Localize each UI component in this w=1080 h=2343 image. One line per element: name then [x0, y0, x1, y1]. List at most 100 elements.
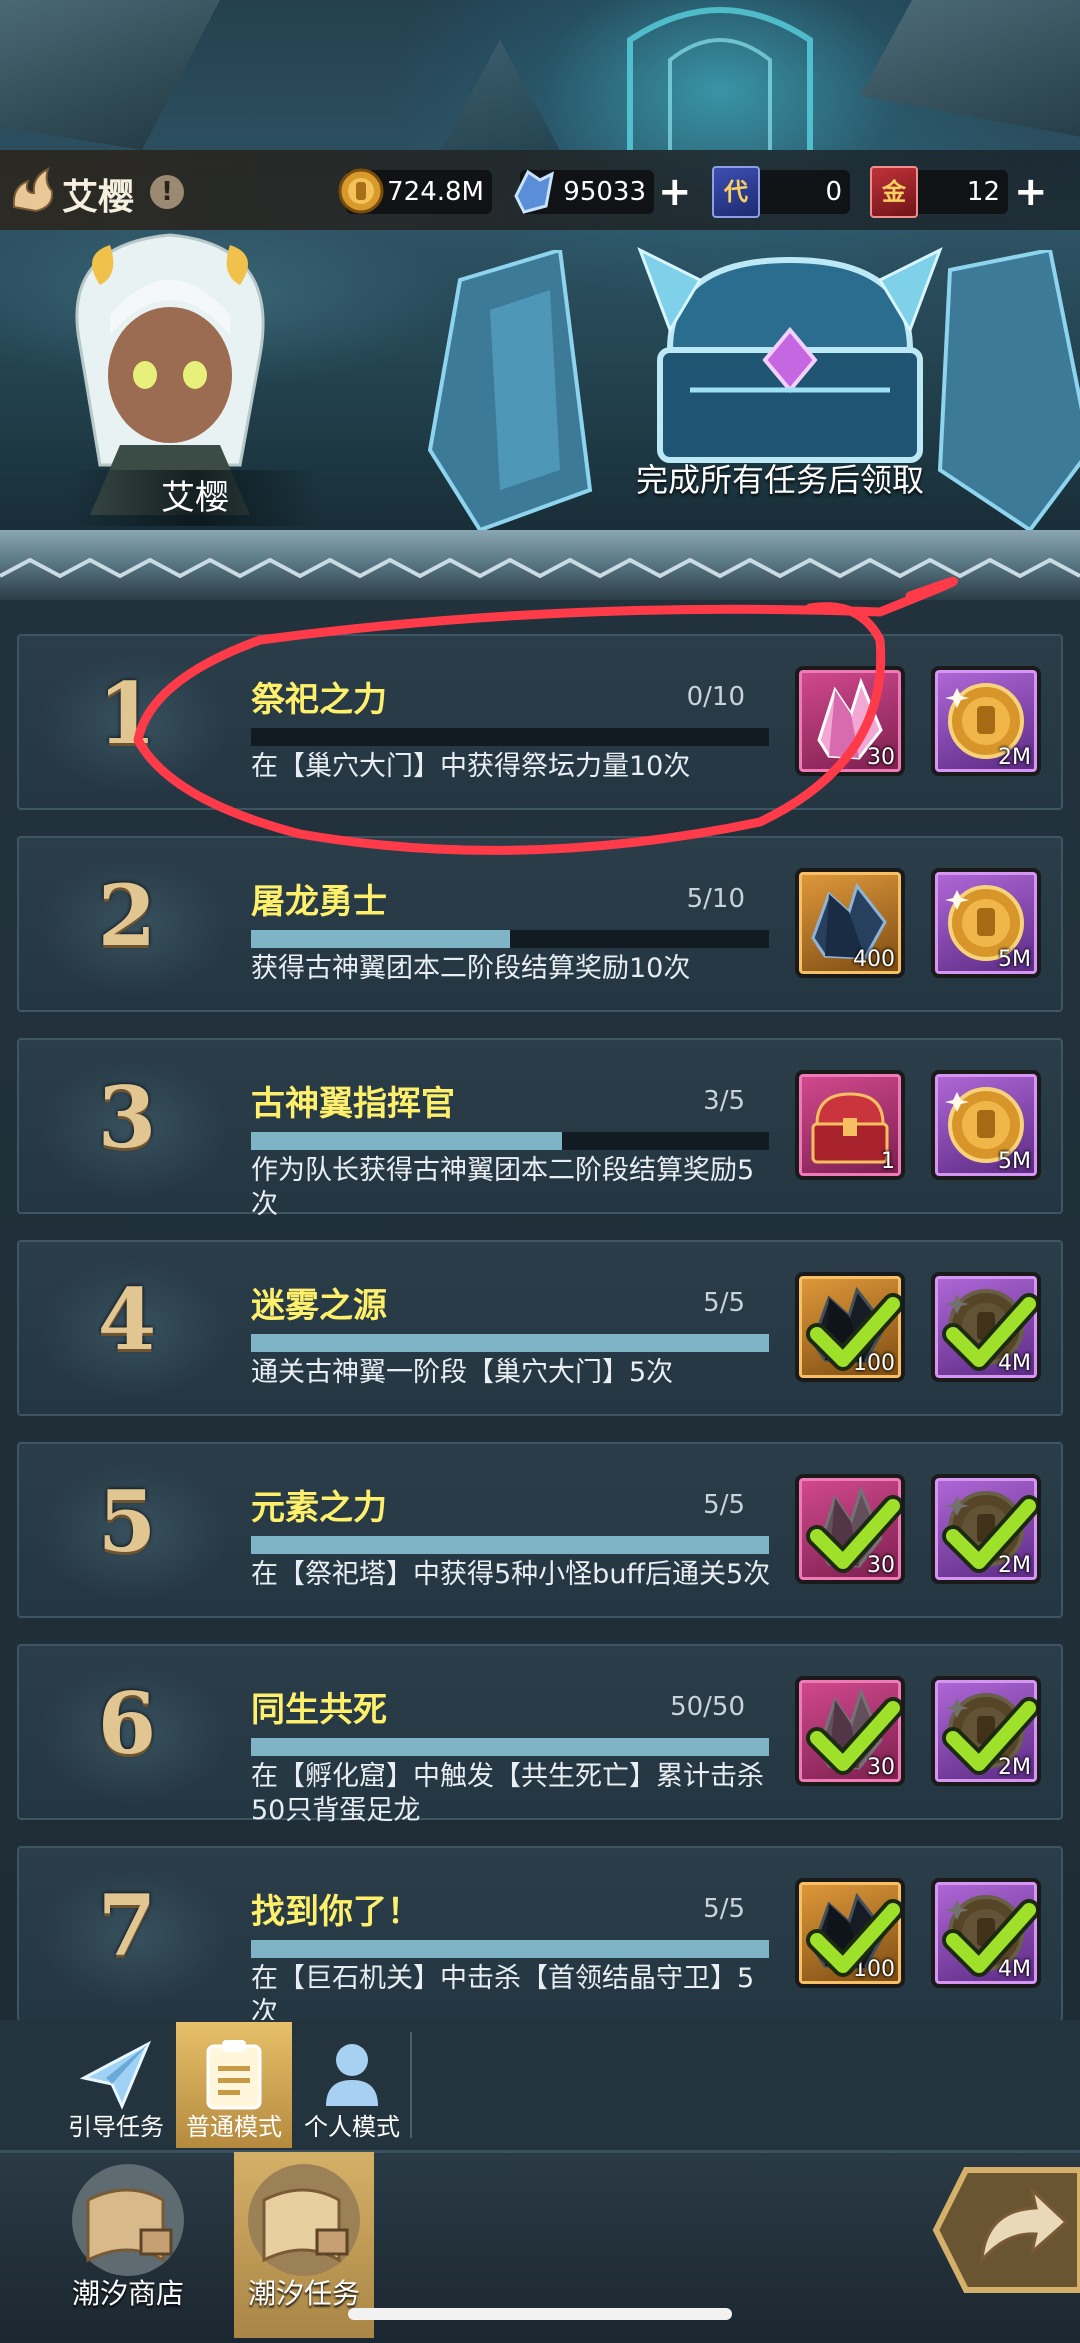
reward-slot[interactable]: 5M — [931, 1070, 1041, 1180]
task-progress-fill — [251, 1738, 769, 1756]
task-card[interactable]: 5 元素之力 5/5 在【祭祀塔】中获得5种小怪buff后通关5次 30 2M — [17, 1442, 1063, 1618]
gold-amount: 724.8M — [387, 177, 484, 207]
tab-personal-mode-label: 个人模式 — [304, 2113, 400, 2141]
task-card[interactable]: 1 祭祀之力 0/10 在【巢穴大门】中获得祭坛力量10次 30 2M — [17, 634, 1063, 810]
reward-quantity: 400 — [853, 947, 895, 972]
tab-normal-mode-label: 普通模式 — [186, 2113, 282, 2141]
task-card[interactable]: 3 古神翼指挥官 3/5 作为队长获得古神翼团本二阶段结算奖励5次 1 5M — [17, 1038, 1063, 1220]
task-description: 通关古神翼一阶段【巢穴大门】5次 — [251, 1357, 674, 1388]
task-progress-bar — [251, 728, 769, 746]
scroll-shop-icon — [72, 2164, 184, 2276]
checkmark-icon — [942, 1697, 1037, 1775]
task-progress-fill — [251, 930, 510, 948]
task-progress-text: 50/50 — [670, 1692, 745, 1722]
nav-tide-quest-label: 潮汐任务 — [247, 2277, 360, 2310]
reward-slot[interactable]: 4M — [931, 1878, 1041, 1988]
task-progress-text: 3/5 — [703, 1086, 745, 1116]
reward-quantity: 5M — [998, 947, 1031, 972]
banner-trim — [0, 530, 1080, 600]
add-crystal-button[interactable]: + — [658, 170, 692, 214]
background-scene: 艾樱 完成所有任务后领取 — [0, 0, 1080, 560]
paper-plane-icon — [79, 2040, 152, 2110]
task-card[interactable]: 4 迷雾之源 5/5 通关古神翼一阶段【巢穴大门】5次 100 4M — [17, 1240, 1063, 1416]
reward-slot[interactable]: 100 — [795, 1272, 905, 1382]
reward-slot[interactable]: 5M — [931, 868, 1041, 978]
task-progress-fill — [251, 1334, 769, 1352]
checkmark-icon — [806, 1697, 901, 1775]
person-icon — [326, 2044, 378, 2106]
task-title: 屠龙勇士 — [251, 882, 387, 922]
task-list[interactable]: 1 祭祀之力 0/10 在【巢穴大门】中获得祭坛力量10次 30 2M 2 屠龙勇士 5/10 获… — [0, 600, 1080, 2020]
flame-emblem-icon — [12, 167, 54, 213]
task-progress-bar — [251, 1334, 769, 1352]
task-title: 元素之力 — [251, 1488, 387, 1528]
task-progress-fill — [251, 1132, 562, 1150]
task-progress-text: 5/10 — [686, 884, 745, 914]
task-number: 5 — [97, 1472, 157, 1571]
task-description: 作为队长获得古神翼团本二阶段结算奖励5次 — [251, 1155, 755, 1220]
task-progress-bar — [251, 1940, 769, 1958]
reward-slot[interactable]: 30 — [795, 1676, 905, 1786]
reward-slot[interactable]: 2M — [931, 1676, 1041, 1786]
tab-normal-mode[interactable]: 普通模式 — [176, 2022, 292, 2148]
task-progress-bar — [251, 1536, 769, 1554]
forward-arrow-button[interactable] — [926, 2160, 1080, 2300]
task-description: 在【祭祀塔】中获得5种小怪buff后通关5次 — [251, 1559, 771, 1590]
task-progress-text: 5/5 — [703, 1894, 745, 1924]
reward-slot[interactable]: 30 — [795, 1474, 905, 1584]
player-name[interactable]: 艾樱 — [62, 168, 134, 220]
reward-slot[interactable]: 1 — [795, 1070, 905, 1180]
task-number: 6 — [97, 1674, 157, 1773]
reward-slot[interactable]: 2M — [931, 1474, 1041, 1584]
task-number: 7 — [97, 1876, 157, 1975]
checkmark-icon — [942, 1495, 1037, 1573]
checkmark-icon — [942, 1899, 1037, 1977]
task-number: 1 — [97, 664, 157, 763]
task-card[interactable]: 6 同生共死 50/50 在【孵化窟】中触发【共生死亡】累计击杀50只背蛋足龙 30 2M — [17, 1644, 1063, 1826]
info-icon[interactable]: ! — [150, 175, 184, 209]
tab-guide-tasks-label: 引导任务 — [68, 2113, 164, 2141]
checkmark-icon — [942, 1293, 1037, 1371]
task-title: 古神翼指挥官 — [251, 1084, 455, 1124]
task-number: 3 — [97, 1068, 157, 1167]
task-title: 祭祀之力 — [251, 680, 387, 720]
ticket-dai-icon: 代 — [712, 166, 760, 218]
reward-chest-icon[interactable] — [630, 240, 950, 470]
hero-name-label: 艾樱 — [70, 470, 320, 526]
reward-slot[interactable]: 4M — [931, 1272, 1041, 1382]
crystal-icon — [514, 169, 555, 214]
reward-slot[interactable]: 2M — [931, 666, 1041, 776]
task-progress-text: 0/10 — [686, 682, 745, 712]
task-description: 在【巨石机关】中击杀【首领结晶守卫】5次 — [251, 1963, 755, 2020]
task-progress-text: 5/5 — [703, 1288, 745, 1318]
task-description: 在【巢穴大门】中获得祭坛力量10次 — [251, 751, 691, 782]
reward-slot[interactable]: 400 — [795, 868, 905, 978]
task-progress-bar — [251, 930, 769, 948]
task-progress-bar — [251, 1132, 769, 1150]
task-card[interactable]: 2 屠龙勇士 5/10 获得古神翼团本二阶段结算奖励10次 400 5M — [17, 836, 1063, 1012]
task-progress-fill — [251, 1536, 769, 1554]
glowing-gate-icon — [627, 7, 813, 150]
task-progress-fill — [251, 1940, 769, 1958]
gold-coin-icon — [338, 168, 384, 214]
crystal-pillar-left — [427, 250, 593, 530]
nav-tide-shop-label: 潮汐商店 — [71, 2277, 184, 2310]
reward-quantity: 30 — [867, 745, 895, 770]
task-card[interactable]: 7 找到你了！ 5/5 在【巨石机关】中击杀【首领结晶守卫】5次 100 4M — [17, 1846, 1063, 2020]
reward-quantity: 1 — [881, 1149, 895, 1174]
task-progress-bar — [251, 1738, 769, 1756]
task-number: 4 — [97, 1270, 157, 1369]
tab-personal-mode[interactable]: 个人模式 — [294, 2022, 410, 2148]
ticket-jin-amount: 12 — [966, 177, 1000, 207]
reward-slot[interactable]: 30 — [795, 666, 905, 776]
tab-separator — [410, 2032, 412, 2138]
chest-claim-label: 完成所有任务后领取 — [635, 461, 924, 499]
tab-guide-tasks[interactable]: 引导任务 — [58, 2022, 174, 2148]
nav-tide-shop[interactable]: 潮汐商店 — [58, 2152, 198, 2338]
task-title: 找到你了！ — [251, 1892, 421, 1932]
task-number: 2 — [97, 866, 157, 965]
reward-quantity: 2M — [998, 745, 1031, 770]
add-ticket-button[interactable]: + — [1014, 170, 1048, 214]
reward-slot[interactable]: 100 — [795, 1878, 905, 1988]
checkmark-icon — [806, 1293, 901, 1371]
